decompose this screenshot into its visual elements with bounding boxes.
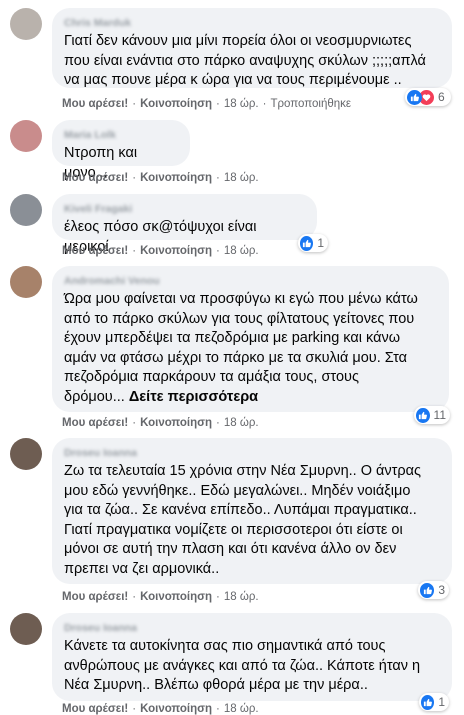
separator: ·: [216, 591, 220, 603]
comment-line: Ώρα μου φαίνεται να προσφύγω κι εγώ που …: [64, 291, 418, 307]
separator: ·: [216, 245, 220, 257]
comment-line: που είναι ενάντια στο πάρκο αναψυχης σκύ…: [64, 52, 426, 69]
like-button[interactable]: Μου αρέσει!: [62, 591, 128, 603]
comment-bubble: Droseu Ioanna Κάνετε τα αυτοκίνητα σας π…: [52, 613, 452, 701]
comment-actions: Μου αρέσει! · Κοινοποίηση · 18 ώρ.: [62, 591, 259, 603]
comment-author[interactable]: Andromachi Venou: [64, 274, 437, 288]
timestamp[interactable]: 18 ώρ.: [224, 172, 259, 184]
separator: ·: [132, 172, 137, 184]
comment-line: Ζω τα τελευταία 15 χρόνια στην Νέα Σμυρν…: [64, 463, 422, 479]
avatar[interactable]: [10, 438, 42, 470]
share-button[interactable]: Κοινοποίηση: [140, 98, 212, 110]
timestamp[interactable]: 18 ώρ.: [224, 417, 259, 429]
like-button[interactable]: Μου αρέσει!: [62, 703, 128, 715]
comment-line: πρεπει να ζει αρμονικά..: [64, 560, 220, 577]
comment-bubble: Chris Marduk Γιατί δεν κάνουν μια μίνι π…: [52, 8, 452, 88]
avatar[interactable]: [10, 613, 42, 645]
like-icon: [416, 407, 430, 423]
reaction-count: 11: [433, 408, 446, 422]
comment-line: πεζοδρόμια παρκάρουν τα αμάξια τους, στο…: [64, 369, 359, 385]
reaction-summary[interactable]: 1: [298, 234, 328, 252]
timestamp[interactable]: 18 ώρ.: [224, 98, 259, 110]
reaction-summary[interactable]: 11: [414, 406, 450, 424]
comment-author[interactable]: Chris Marduk: [64, 16, 440, 30]
reaction-count: 6: [438, 90, 445, 104]
comment-line: έχουν μπερδέψει τα πεζοδρόμια με parking…: [64, 330, 401, 346]
comment-actions: Μου αρέσει! · Κοινοποίηση · 18 ώρ.: [62, 703, 259, 715]
comment-line: από το πάρκο σκύλων για τους φίλτατους γ…: [64, 310, 415, 327]
avatar[interactable]: [10, 266, 42, 298]
comment-line: να μας πουνε μέρα κ ώρα για να τους περι…: [64, 72, 402, 88]
like-icon: [300, 235, 314, 251]
reaction-count: 3: [438, 583, 445, 597]
timestamp[interactable]: 18 ώρ.: [224, 591, 259, 603]
comment-bubble: Kiveli Fragaki έλεος πόσο σκ@τόψυχοι είν…: [52, 194, 317, 255]
share-button[interactable]: Κοινοποίηση: [140, 172, 212, 184]
comment-author[interactable]: Droseu Ioanna: [64, 446, 440, 460]
comment-bubble: Droseu Ioanna Ζω τα τελευταία 15 χρόνια …: [52, 438, 452, 584]
like-icon: [420, 582, 435, 598]
separator: ·: [262, 98, 267, 110]
share-button[interactable]: Κοινοποίηση: [140, 703, 212, 715]
comment-text: Κάνετε τα αυτοκίνητα σας πιο σημαντικά α…: [64, 637, 440, 696]
comment-line: ανθρώπους με ανάγκες και από τα ζώα.. Κά…: [64, 657, 421, 674]
timestamp[interactable]: 18 ώρ.: [224, 703, 259, 715]
comment-text: Ζω τα τελευταία 15 χρόνια στην Νέα Σμυρν…: [64, 462, 440, 579]
separator: ·: [216, 703, 220, 715]
avatar[interactable]: [10, 8, 42, 40]
comment-actions: Μου αρέσει! · Κοινοποίηση · 18 ώρ.: [62, 245, 259, 257]
like-button[interactable]: Μου αρέσει!: [62, 172, 128, 184]
reaction-count: 1: [317, 236, 324, 250]
reaction-summary[interactable]: 3: [418, 581, 449, 599]
like-button[interactable]: Μου αρέσει!: [62, 98, 128, 110]
comment-actions: Μου αρέσει! · Κοινοποίηση · 18 ώρ.: [62, 417, 259, 429]
avatar[interactable]: [10, 194, 42, 226]
like-button[interactable]: Μου αρέσει!: [62, 245, 128, 257]
comment-line-text: δρόμου...: [64, 388, 125, 405]
share-button[interactable]: Κοινοποίηση: [140, 591, 212, 603]
comment-actions: Μου αρέσει! · Κοινοποίηση · 18 ώρ. · Τροποποιή…: [62, 98, 351, 110]
comment-line: δρόμου... Δείτε περισσότερα: [64, 388, 437, 408]
comment-text: Γιατί δεν κάνουν μια μίνι πορεία όλοι οι…: [64, 32, 440, 91]
like-icon: [421, 694, 435, 710]
separator: ·: [216, 98, 220, 110]
edited-label: Τροποποιήθηκε: [270, 98, 352, 110]
share-button[interactable]: Κοινοποίηση: [140, 245, 212, 257]
like-icon: [407, 89, 422, 105]
comment-bubble: Maria Lolk Ντροπη και μονο...: [52, 120, 190, 181]
separator: ·: [132, 98, 137, 110]
comment-author[interactable]: Kiveli Fragaki: [64, 202, 305, 216]
comment-bubble: Andromachi Venou Ώρα μου φαίνεται να προ…: [52, 266, 449, 412]
comment-line: Νέα Σμυρνη.. Βλέπω φθορά μέρα με την μέρ…: [64, 677, 368, 693]
comment-author[interactable]: Maria Lolk: [64, 128, 178, 142]
separator: ·: [132, 245, 137, 257]
separator: ·: [132, 703, 137, 715]
timestamp[interactable]: 18 ώρ.: [224, 245, 259, 257]
like-button[interactable]: Μου αρέσει!: [62, 417, 128, 429]
comment-line: μου εδώ γεννήθηκε.. Εδώ μεγαλώνει.. Μηδέ…: [64, 482, 411, 499]
share-button[interactable]: Κοινοποίηση: [140, 417, 212, 429]
separator: ·: [132, 591, 137, 603]
comment-line: Κάνετε τα αυτοκίνητα σας πιο σημαντικά α…: [64, 638, 386, 654]
reaction-count: 1: [438, 695, 445, 709]
separator: ·: [132, 417, 137, 429]
comment-line: Γιατί πραγματικα νομίζετε οι περισσοτερο…: [64, 521, 403, 538]
see-more-link[interactable]: Δείτε περισσότερα: [129, 389, 258, 405]
comment-line: για τα ζώα.. Σε κανένα επίπεδο.. Λυπάμαι…: [64, 502, 417, 518]
reaction-summary[interactable]: 6: [405, 88, 451, 106]
comment-author[interactable]: Droseu Ioanna: [64, 621, 440, 635]
comment-actions: Μου αρέσει! · Κοινοποίηση · 18 ώρ.: [62, 172, 259, 184]
comment-line: Γιατί δεν κάνουν μια μίνι πορεία όλοι οι…: [64, 33, 412, 49]
avatar[interactable]: [10, 120, 42, 152]
separator: ·: [216, 417, 220, 429]
separator: ·: [216, 172, 220, 184]
comment-line: μόνοι σε αυτή την πλαση και ότι κανένα ά…: [64, 541, 397, 557]
comment-text: Ώρα μου φαίνεται να προσφύγω κι εγώ που …: [64, 290, 437, 407]
reaction-summary[interactable]: 1: [419, 693, 449, 711]
comment-line: αμάν να φτάσω μέχρι το πάρκο με τα σκυλι…: [64, 349, 407, 366]
